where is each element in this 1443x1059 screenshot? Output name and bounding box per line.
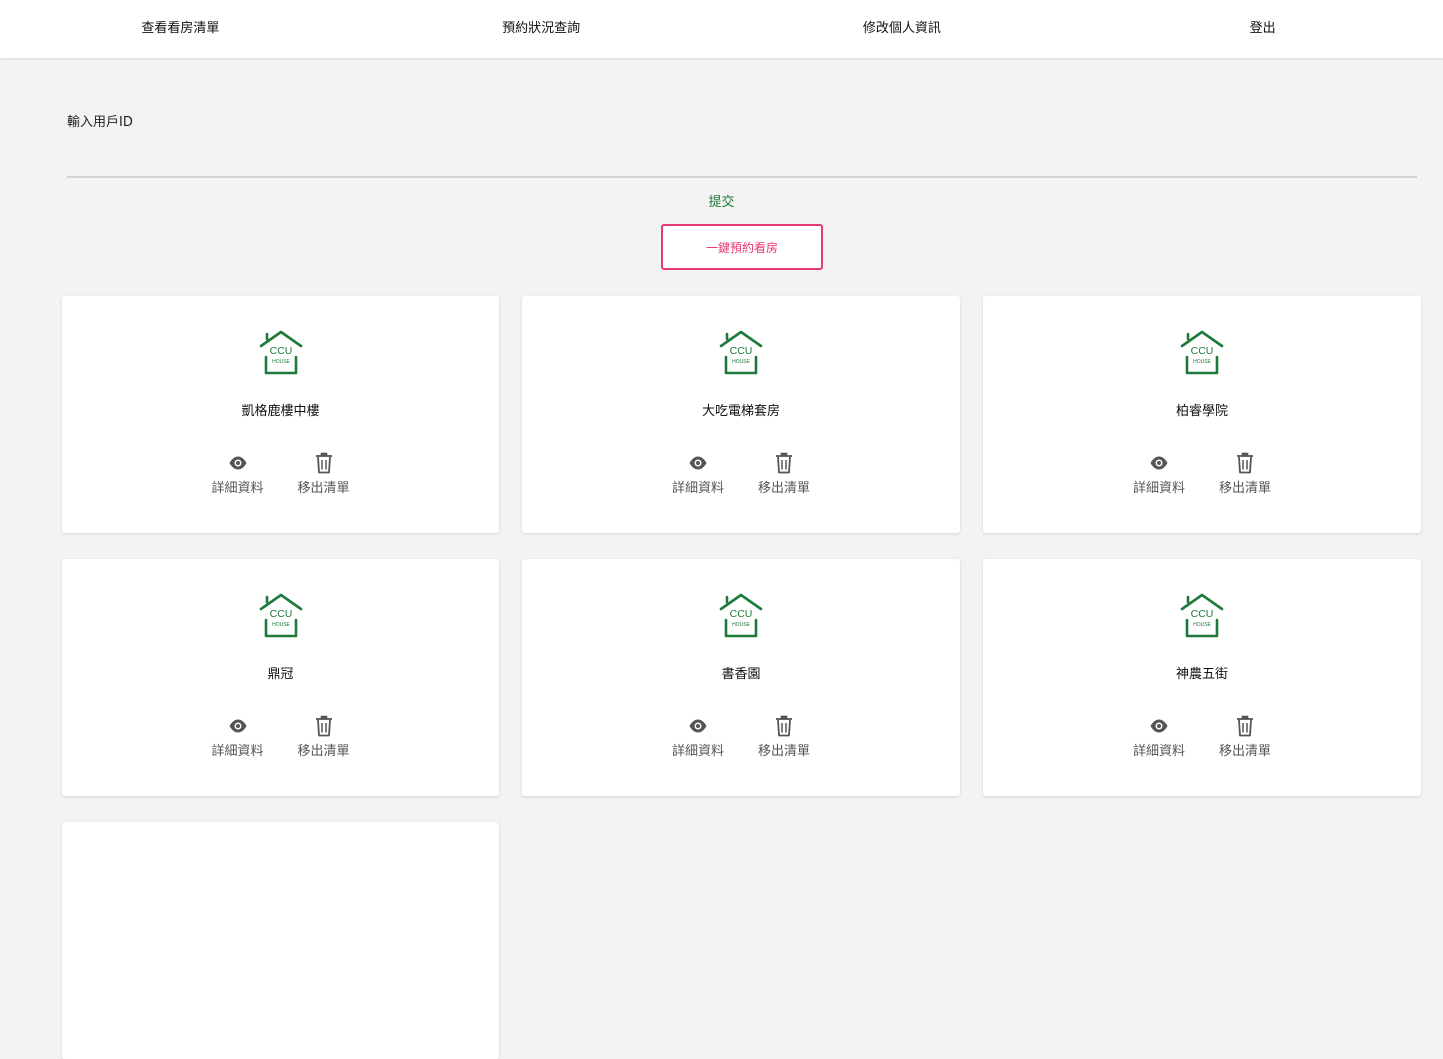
details-button[interactable]: 詳細資料: [670, 715, 726, 759]
house-card: CCU HOUSE 凱格鹿樓中樓 詳細資料 移出清單: [62, 296, 499, 533]
user-id-input[interactable]: [67, 140, 1417, 178]
house-card: CCU HOUSE 大吃電梯套房 詳細資料 移出清單: [522, 296, 960, 533]
logo-text-top: CCU: [1191, 608, 1214, 620]
details-label: 詳細資料: [211, 481, 264, 496]
nav-edit-profile[interactable]: 修改個人資訊: [722, 0, 1083, 58]
details-button[interactable]: 詳細資料: [1131, 715, 1187, 759]
logo-text-bottom: HOUSE: [1193, 622, 1211, 628]
details-button[interactable]: 詳細資料: [670, 452, 726, 496]
trash-icon: [776, 715, 792, 737]
eye-icon: [229, 456, 246, 470]
house-name: 鼎冠: [267, 667, 294, 682]
trash-icon: [315, 452, 332, 474]
logo-text-top: CCU: [730, 345, 753, 357]
house-logo-icon: CCU HOUSE: [259, 593, 302, 638]
eye-icon: [229, 719, 246, 733]
house-card: CCU HOUSE 鼎冠 詳細資料 移出清單: [62, 559, 499, 796]
one-click-booking-button[interactable]: 一鍵預約看房: [661, 224, 823, 270]
details-label: 詳細資料: [671, 481, 724, 496]
remove-button[interactable]: 移出清單: [1217, 715, 1273, 759]
card-actions: 詳細資料 移出清單: [983, 452, 1421, 496]
submit-link: 提交: [0, 191, 1443, 210]
remove-label: 移出清單: [1218, 744, 1271, 759]
eye-icon: [689, 456, 707, 470]
nav-view-list[interactable]: 查看看房清單: [0, 0, 361, 58]
logo-text-top: CCU: [269, 345, 292, 357]
logo-text-top: CCU: [730, 608, 753, 620]
details-button[interactable]: 詳細資料: [210, 452, 266, 496]
remove-button[interactable]: 移出清單: [1217, 452, 1273, 496]
remove-button[interactable]: 移出清單: [756, 452, 812, 496]
house-logo-icon: CCU HOUSE: [719, 330, 763, 375]
house-logo-icon: CCU HOUSE: [1180, 330, 1224, 375]
nav-logout[interactable]: 登出: [1082, 0, 1443, 58]
trash-icon: [315, 715, 332, 737]
logo-text-top: CCU: [1191, 345, 1214, 357]
card-actions: 詳細資料 移出清單: [522, 452, 960, 496]
house-name: 神農五街: [1175, 667, 1228, 682]
eye-icon: [689, 719, 707, 733]
trash-icon: [1237, 452, 1253, 474]
trash-icon: [1237, 715, 1253, 737]
logo-text-bottom: HOUSE: [272, 359, 290, 365]
house-name: 柏睿學院: [1175, 404, 1228, 419]
eye-icon: [1150, 719, 1168, 733]
details-label: 詳細資料: [1132, 744, 1185, 759]
logo-text-bottom: HOUSE: [272, 622, 290, 628]
card-actions: 詳細資料 移出清單: [62, 452, 499, 496]
details-button[interactable]: 詳細資料: [1131, 452, 1187, 496]
logo-text-bottom: HOUSE: [1193, 359, 1211, 365]
eye-icon: [1150, 456, 1168, 470]
house-logo-icon: CCU HOUSE: [719, 593, 763, 638]
details-label: 詳細資料: [671, 744, 724, 759]
nav-booking-status[interactable]: 預約狀況查詢: [361, 0, 722, 58]
remove-button[interactable]: 移出清單: [296, 452, 352, 496]
remove-button[interactable]: 移出清單: [756, 715, 812, 759]
logo-text-bottom: HOUSE: [732, 359, 750, 365]
remove-label: 移出清單: [757, 481, 810, 496]
details-label: 詳細資料: [1132, 481, 1185, 496]
house-logo-icon: CCU HOUSE: [259, 330, 302, 375]
card-actions: 詳細資料 移出清單: [522, 715, 960, 759]
house-card-grid: CCU HOUSE 凱格鹿樓中樓 詳細資料 移出清單 CCU HOUSE 大吃電…: [62, 296, 1421, 1059]
logo-text-top: CCU: [269, 608, 292, 620]
user-id-label: 輸入用戶ID: [67, 115, 133, 130]
house-logo-icon: CCU HOUSE: [1180, 593, 1224, 638]
details-button[interactable]: 詳細資料: [210, 715, 266, 759]
house-card: CCU HOUSE 柏睿學院 詳細資料 移出清單: [983, 296, 1421, 533]
remove-label: 移出清單: [1218, 481, 1271, 496]
card-actions: 詳細資料 移出清單: [983, 715, 1421, 759]
house-card: CCU HOUSE 神農五街 詳細資料 移出清單: [983, 559, 1421, 796]
submit-link-label[interactable]: 提交: [708, 195, 734, 210]
details-label: 詳細資料: [211, 744, 264, 759]
remove-button[interactable]: 移出清單: [296, 715, 352, 759]
house-name: 凱格鹿樓中樓: [241, 404, 320, 419]
house-card: CCU HOUSE 書香園 詳細資料 移出清單: [522, 559, 960, 796]
top-navigation: 查看看房清單 預約狀況查詢 修改個人資訊 登出: [0, 0, 1443, 58]
remove-label: 移出清單: [297, 481, 350, 496]
remove-label: 移出清單: [297, 744, 350, 759]
card-actions: 詳細資料 移出清單: [62, 715, 499, 759]
house-name: 書香園: [721, 667, 761, 682]
remove-label: 移出清單: [757, 744, 810, 759]
house-card: [62, 822, 499, 1059]
logo-text-bottom: HOUSE: [732, 622, 750, 628]
trash-icon: [776, 452, 792, 474]
house-name: 大吃電梯套房: [701, 404, 780, 419]
